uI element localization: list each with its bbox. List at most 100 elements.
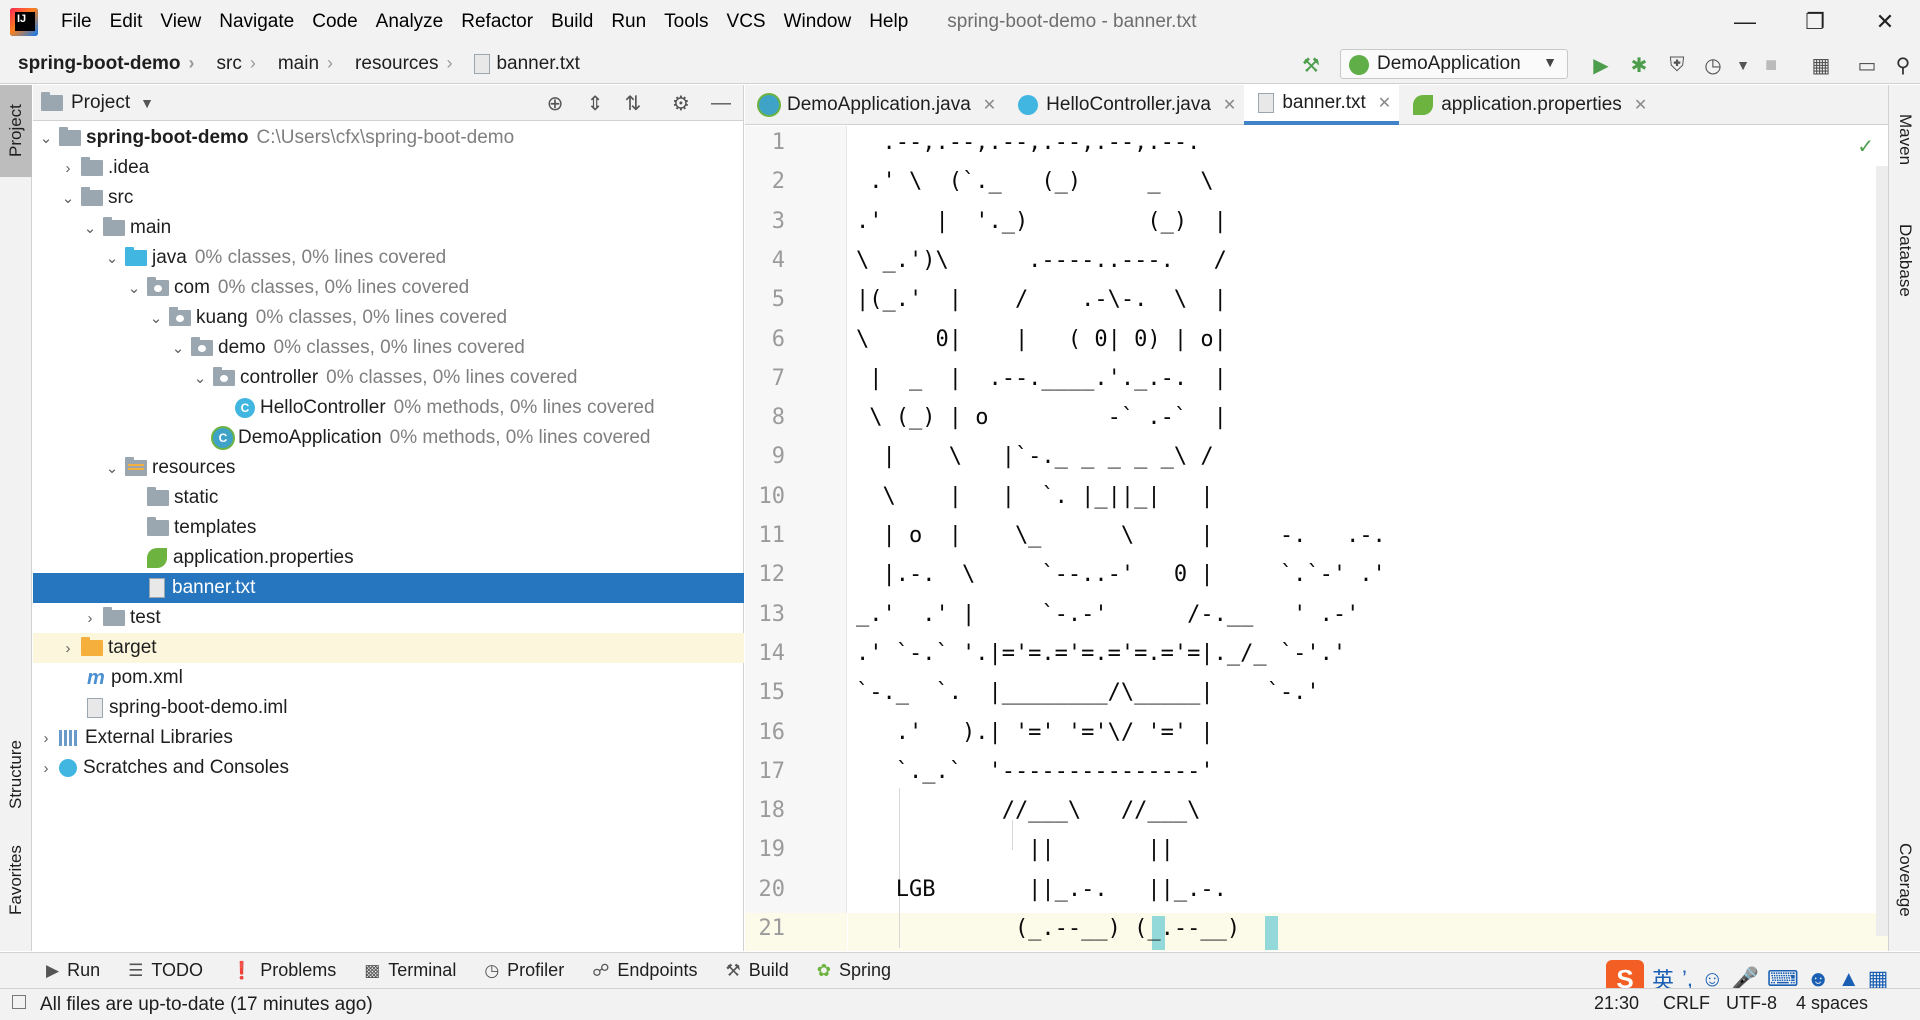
file-encoding[interactable]: UTF-8 — [1726, 993, 1777, 1014]
hide-panel-icon[interactable]: — — [709, 91, 733, 115]
close-icon[interactable]: ✕ — [1634, 95, 1647, 115]
close-icon[interactable]: ✕ — [1850, 0, 1920, 44]
project-tool-window: Project ▼ ⊕ ⇕ ⇅ ⚙ — ⌄ spring-boot-demo C… — [33, 85, 744, 951]
tree-item-target[interactable]: › target — [33, 633, 744, 663]
build-hammer-icon[interactable]: ⚒ — [1298, 52, 1324, 78]
search-icon[interactable]: ⚲ — [1890, 52, 1916, 78]
tree-item-demoapplication[interactable]: C DemoApplication 0% methods, 0% lines c… — [33, 423, 744, 453]
tree-label: static — [174, 487, 219, 508]
tree-item-iml[interactable]: spring-boot-demo.iml — [33, 693, 744, 723]
tool-profiler[interactable]: ◷ Profiler — [470, 960, 578, 981]
tree-label: DemoApplication — [238, 427, 382, 448]
expand-all-icon[interactable]: ⇕ — [583, 91, 607, 115]
tool-tab-database[interactable]: Database — [1889, 205, 1920, 315]
tool-tab-structure[interactable]: Structure — [0, 705, 32, 845]
menu-help[interactable]: Help — [860, 11, 917, 33]
tree-item-scratches[interactable]: › Scratches and Consoles — [33, 753, 744, 783]
project-view-selector[interactable]: Project ▼ — [41, 91, 154, 114]
menu-edit[interactable]: Edit — [101, 11, 152, 33]
coverage-text: 0% methods, 0% lines covered — [389, 427, 651, 448]
line-separator[interactable]: CRLF — [1663, 993, 1710, 1014]
tree-item-external-libraries[interactable]: › External Libraries — [33, 723, 744, 753]
tree-item-src[interactable]: ⌄ src — [33, 183, 744, 213]
chevron-down-icon: ⌄ — [61, 190, 75, 207]
chevron-right-icon: › — [65, 159, 71, 177]
tree-item-java[interactable]: ⌄ java 0% classes, 0% lines covered — [33, 243, 744, 273]
tree-item-main[interactable]: ⌄ main — [33, 213, 744, 243]
tool-terminal[interactable]: ▩ Terminal — [350, 960, 470, 981]
project-structure-icon[interactable]: ▦ — [1808, 52, 1834, 78]
gear-icon[interactable]: ⚙ — [669, 91, 693, 115]
tree-item-application-properties[interactable]: application.properties — [33, 543, 744, 573]
tool-tab-coverage[interactable]: Coverage — [1889, 825, 1920, 935]
tab-demoapplication[interactable]: DemoApplication.java ✕ — [745, 85, 1004, 125]
tree-item-static[interactable]: static — [33, 483, 744, 513]
breadcrumb-main[interactable]: main › — [260, 53, 337, 75]
breadcrumb-resources[interactable]: resources › — [337, 53, 456, 75]
caret-position[interactable]: 21:30 — [1594, 993, 1639, 1014]
tool-todo[interactable]: ☰ TODO — [114, 960, 217, 981]
terminal-window-icon[interactable]: ▭ — [1854, 52, 1880, 78]
menu-view[interactable]: View — [151, 11, 210, 33]
profiler-icon[interactable]: ◷ — [1700, 52, 1726, 78]
close-icon[interactable]: ✕ — [983, 95, 996, 115]
tree-label: main — [130, 217, 172, 238]
tool-tab-maven[interactable]: Maven — [1889, 95, 1920, 185]
locate-file-icon[interactable]: ⊕ — [543, 91, 567, 115]
menu-code[interactable]: Code — [303, 11, 366, 33]
minimize-icon[interactable]: — — [1710, 0, 1780, 44]
menu-build[interactable]: Build — [542, 11, 602, 33]
tool-spring[interactable]: ✿ Spring — [803, 960, 905, 981]
menu-tools[interactable]: Tools — [655, 11, 717, 33]
tree-item-project-root[interactable]: ⌄ spring-boot-demo C:\Users\cfx\spring-b… — [33, 123, 744, 153]
collapse-all-icon[interactable]: ⇅ — [621, 91, 645, 115]
stop-icon[interactable]: ■ — [1758, 52, 1784, 78]
menu-analyze[interactable]: Analyze — [367, 11, 453, 33]
tab-application-properties[interactable]: application.properties ✕ — [1399, 85, 1655, 125]
menu-run[interactable]: Run — [602, 11, 655, 33]
tool-tab-project[interactable]: Project — [0, 85, 32, 177]
inspection-ok-icon[interactable]: ✓ — [1857, 134, 1874, 159]
tree-item-resources[interactable]: ⌄ resources — [33, 453, 744, 483]
more-run-options-icon[interactable]: ▼ — [1730, 52, 1756, 78]
run-configuration-select[interactable]: DemoApplication ▼ — [1340, 49, 1568, 79]
close-icon[interactable]: ✕ — [1223, 95, 1236, 115]
menu-vcs[interactable]: VCS — [718, 11, 775, 33]
tree-item-templates[interactable]: templates — [33, 513, 744, 543]
tool-endpoints[interactable]: ☍ Endpoints — [578, 960, 711, 981]
breadcrumb-project[interactable]: spring-boot-demo › — [0, 53, 199, 75]
tree-item-idea[interactable]: › .idea — [33, 153, 744, 183]
tree-item-kuang[interactable]: ⌄ kuang 0% classes, 0% lines covered — [33, 303, 744, 333]
tree-item-pom-xml[interactable]: m pom.xml — [33, 663, 744, 693]
coverage-run-icon[interactable]: ⛨ — [1664, 52, 1690, 78]
tree-item-test[interactable]: › test — [33, 603, 744, 633]
tool-tab-favorites[interactable]: Favorites — [0, 825, 32, 935]
tree-item-demo[interactable]: ⌄ demo 0% classes, 0% lines covered — [33, 333, 744, 363]
close-icon[interactable]: ✕ — [1378, 93, 1391, 113]
editor-scrollbar[interactable] — [1876, 166, 1888, 936]
code-editor[interactable]: ✓ .--,.--,.--,.--,.--,.--. .' \ (`._ (_)… — [848, 126, 1888, 951]
menu-navigate[interactable]: Navigate — [210, 11, 303, 33]
tool-problems[interactable]: ❗ Problems — [217, 960, 350, 981]
tree-item-hellocontroller[interactable]: C HelloController 0% methods, 0% lines c… — [33, 393, 744, 423]
menu-file[interactable]: File — [52, 11, 101, 33]
breadcrumb-file[interactable]: banner.txt — [456, 53, 583, 75]
debug-icon[interactable]: ✱ — [1626, 52, 1652, 78]
restore-icon[interactable]: ❐ — [1780, 0, 1850, 44]
tab-banner-txt[interactable]: banner.txt ✕ — [1244, 85, 1400, 125]
panel-toggle-icon[interactable] — [12, 995, 26, 1009]
code-line: | _ | .--.____.'._.-. | — [856, 365, 1227, 391]
breadcrumb-src[interactable]: src › — [199, 53, 260, 75]
menu-window[interactable]: Window — [775, 11, 861, 33]
run-icon[interactable]: ▶ — [1588, 52, 1614, 78]
tool-build[interactable]: ⚒ Build — [711, 960, 802, 981]
tab-hellocontroller[interactable]: HelloController.java ✕ — [1004, 85, 1244, 125]
indent-setting[interactable]: 4 spaces — [1796, 993, 1868, 1014]
tool-run[interactable]: ▶ Run — [0, 960, 114, 981]
menu-refactor[interactable]: Refactor — [452, 11, 542, 33]
tree-item-banner-txt[interactable]: banner.txt — [33, 573, 744, 603]
tree-item-controller[interactable]: ⌄ controller 0% classes, 0% lines covere… — [33, 363, 744, 393]
line-number: 8 — [771, 405, 785, 431]
coverage-text: 0% methods, 0% lines covered — [393, 397, 655, 418]
tree-item-com[interactable]: ⌄ com 0% classes, 0% lines covered — [33, 273, 744, 303]
